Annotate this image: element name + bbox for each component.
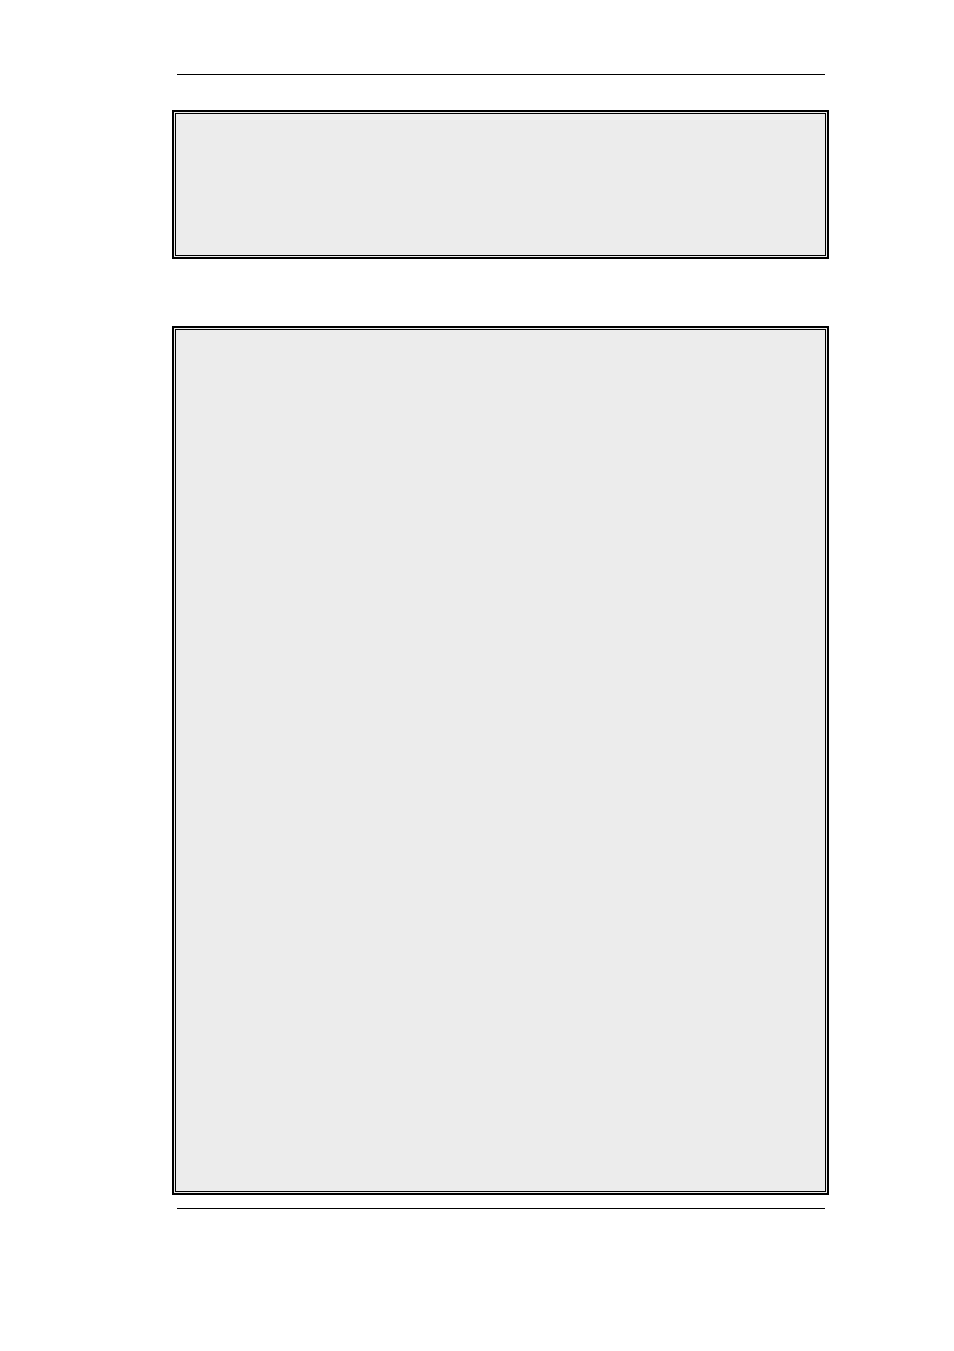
framed-panel-lower bbox=[172, 326, 829, 1195]
top-horizontal-rule bbox=[177, 74, 825, 75]
bottom-horizontal-rule bbox=[177, 1208, 825, 1209]
framed-panel-upper bbox=[172, 110, 829, 259]
page bbox=[0, 0, 954, 1351]
